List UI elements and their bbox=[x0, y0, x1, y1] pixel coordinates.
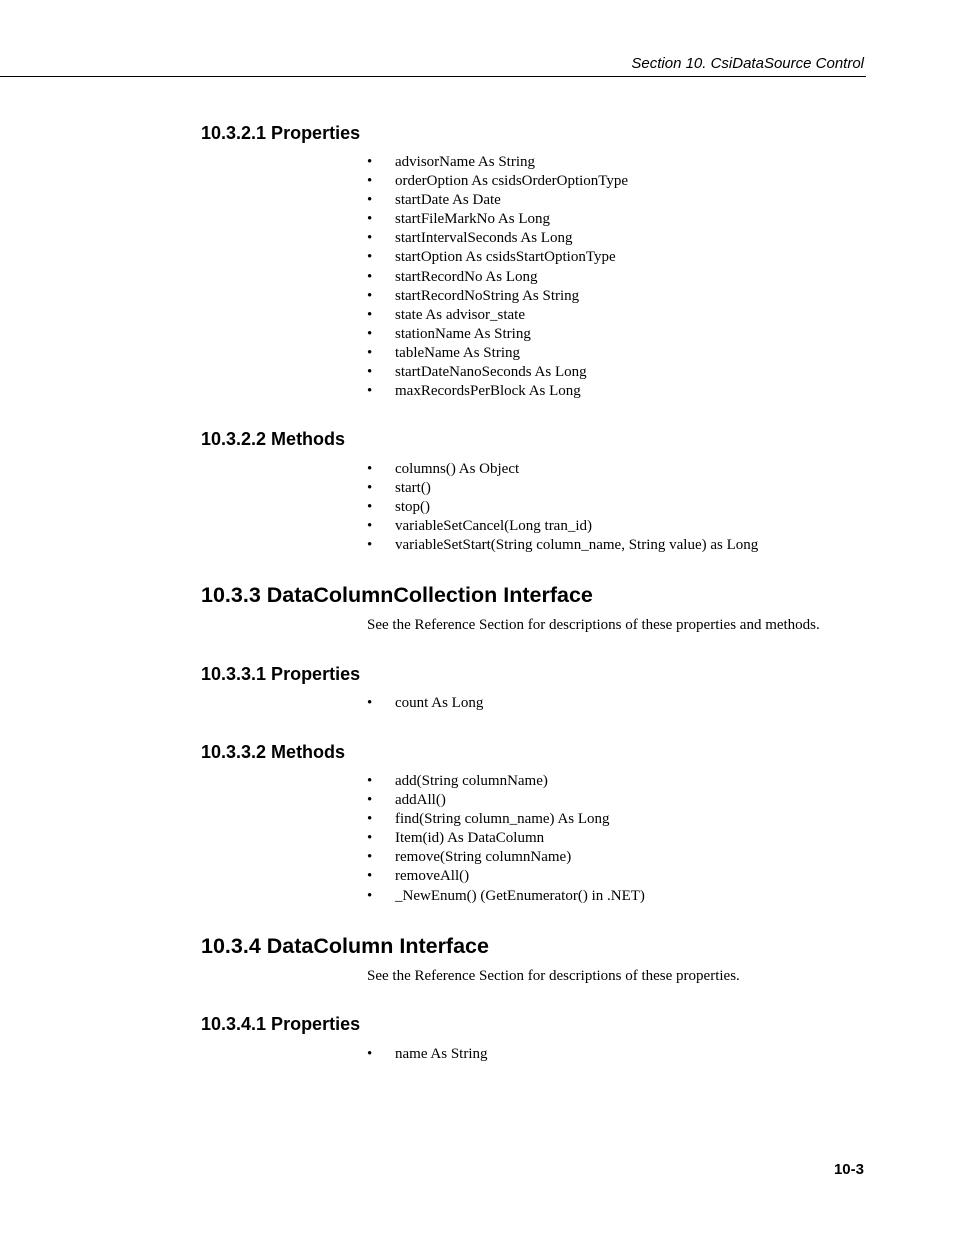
header-divider bbox=[0, 76, 866, 77]
bullet-icon: • bbox=[367, 499, 373, 516]
list-item-text: startRecordNo As Long bbox=[395, 268, 538, 285]
list-item-text: start() bbox=[395, 480, 431, 497]
page-number: 10-3 bbox=[833, 1161, 864, 1178]
list-item-text: startIntervalSeconds As Long bbox=[395, 230, 573, 247]
list-item: • maxRecordsPerBlock As Long bbox=[367, 382, 628, 401]
bullet-icon: • bbox=[367, 849, 373, 866]
list-item: • count As Long bbox=[367, 694, 483, 713]
list-10-3-3-2: • add(String columnName) • addAll() • find(St… bbox=[367, 772, 645, 906]
list-item: • columns() As Object bbox=[367, 460, 758, 479]
list-item: • startOption As csidsStartOptionType bbox=[367, 248, 628, 267]
list-item-text: orderOption As csidsOrderOptionType bbox=[395, 173, 629, 190]
list-10-3-2-2: • columns() As Object • start() • stop() • vari… bbox=[367, 460, 758, 555]
list-item: • variableSetStart(String column_name, St… bbox=[367, 536, 758, 555]
bullet-icon: • bbox=[367, 192, 373, 209]
list-item-text: startFileMarkNo As Long bbox=[395, 211, 550, 228]
list-item: • name As String bbox=[367, 1045, 488, 1064]
bullet-icon: • bbox=[367, 344, 373, 361]
bullet-icon: • bbox=[367, 792, 373, 809]
bullet-icon: • bbox=[367, 518, 373, 535]
heading-10-3-3-1: 10.3.3.1 Properties bbox=[201, 664, 361, 684]
list-item: • addAll() bbox=[367, 791, 645, 810]
list-item-text: startDateNanoSeconds As Long bbox=[395, 364, 587, 381]
list-item: • startRecordNoString As String bbox=[367, 287, 628, 306]
list-item: • startIntervalSeconds As Long bbox=[367, 229, 628, 248]
bullet-icon: • bbox=[367, 811, 373, 828]
list-item: • start() bbox=[367, 479, 758, 498]
bullet-icon: • bbox=[367, 1046, 373, 1062]
list-item: • add(String columnName) bbox=[367, 772, 645, 791]
heading-10-3-4: 10.3.4 DataColumn Interface bbox=[201, 934, 489, 958]
bullet-icon: • bbox=[367, 249, 373, 266]
list-item-text: count As Long bbox=[395, 695, 484, 711]
list-item: • remove(String columnName) bbox=[367, 848, 645, 867]
list-item-text: startDate As Date bbox=[395, 192, 501, 209]
bullet-icon: • bbox=[367, 773, 373, 789]
list-item: • orderOption As csidsOrderOptionType bbox=[367, 172, 628, 191]
paragraph-10-3-3: See the Reference Section for descriptio… bbox=[367, 617, 820, 633]
list-item-text: _NewEnum() (GetEnumerator() in .NET) bbox=[395, 887, 645, 904]
list-10-3-2-1: • advisorName As String • orderOption As cs… bbox=[367, 153, 628, 401]
bullet-icon: • bbox=[367, 306, 373, 323]
list-item: • advisorName As String bbox=[367, 153, 628, 172]
bullet-icon: • bbox=[367, 695, 373, 711]
bullet-icon: • bbox=[367, 461, 373, 477]
list-10-3-3-1: • count As Long bbox=[367, 694, 483, 713]
list-item-text: state As advisor_state bbox=[395, 306, 525, 323]
list-item-text: columns() As Object bbox=[395, 461, 520, 477]
bullet-icon: • bbox=[367, 830, 373, 847]
list-item: • _NewEnum() (GetEnumerator() in .NET) bbox=[367, 887, 645, 906]
bullet-icon: • bbox=[367, 537, 373, 554]
list-item-text: stop() bbox=[395, 499, 430, 516]
heading-10-3-4-1: 10.3.4.1 Properties bbox=[201, 1014, 361, 1034]
list-item: • Item(id) As DataColumn bbox=[367, 829, 645, 848]
running-header: Section 10. CsiDataSource Control bbox=[631, 55, 864, 72]
paragraph-10-3-4: See the Reference Section for descriptio… bbox=[367, 968, 740, 984]
list-item-text: name As String bbox=[395, 1046, 488, 1062]
list-item-text: variableSetStart(String column_name, Str… bbox=[395, 537, 759, 554]
list-item-text: maxRecordsPerBlock As Long bbox=[395, 383, 581, 400]
list-item-text: advisorName As String bbox=[395, 154, 535, 170]
list-10-3-4-1: • name As String bbox=[367, 1045, 488, 1064]
list-item-text: addAll() bbox=[395, 792, 446, 809]
bullet-icon: • bbox=[367, 154, 373, 170]
list-item-text: removeAll() bbox=[395, 868, 470, 885]
list-item: • find(String column_name) As Long bbox=[367, 810, 645, 829]
bullet-icon: • bbox=[367, 325, 373, 342]
list-item: • startDate As Date bbox=[367, 191, 628, 210]
bullet-icon: • bbox=[367, 268, 373, 285]
list-item-text: startOption As csidsStartOptionType bbox=[395, 249, 616, 266]
list-item-text: add(String columnName) bbox=[395, 773, 548, 789]
list-item-text: startRecordNoString As String bbox=[395, 287, 580, 304]
bullet-icon: • bbox=[367, 364, 373, 381]
list-item: • state As advisor_state bbox=[367, 306, 628, 325]
heading-10-3-3-2: 10.3.3.2 Methods bbox=[201, 742, 346, 762]
bullet-icon: • bbox=[367, 211, 373, 228]
bullet-icon: • bbox=[367, 383, 373, 400]
list-item-text: remove(String columnName) bbox=[395, 849, 572, 866]
heading-10-3-3: 10.3.3 DataColumnCollection Interface bbox=[201, 583, 593, 607]
list-item: • stop() bbox=[367, 498, 758, 517]
bullet-icon: • bbox=[367, 287, 373, 304]
heading-10-3-2-1: 10.3.2.1 Properties bbox=[201, 123, 361, 143]
list-item: • stationName As String bbox=[367, 325, 628, 344]
bullet-icon: • bbox=[367, 230, 373, 247]
list-item-text: find(String column_name) As Long bbox=[395, 811, 610, 828]
list-item: • startRecordNo As Long bbox=[367, 268, 628, 287]
list-item-text: Item(id) As DataColumn bbox=[395, 830, 545, 847]
bullet-icon: • bbox=[367, 868, 373, 885]
list-item: • startFileMarkNo As Long bbox=[367, 210, 628, 229]
list-item: • removeAll() bbox=[367, 867, 645, 886]
list-item: • variableSetCancel(Long tran_id) bbox=[367, 517, 758, 536]
list-item-text: variableSetCancel(Long tran_id) bbox=[395, 518, 593, 535]
list-item: • tableName As String bbox=[367, 344, 628, 363]
bullet-icon: • bbox=[367, 887, 373, 904]
heading-10-3-2-2: 10.3.2.2 Methods bbox=[201, 429, 346, 449]
list-item-text: stationName As String bbox=[395, 325, 531, 342]
list-item-text: tableName As String bbox=[395, 344, 520, 361]
bullet-icon: • bbox=[367, 480, 373, 497]
list-item: • startDateNanoSeconds As Long bbox=[367, 363, 628, 382]
bullet-icon: • bbox=[367, 173, 373, 190]
